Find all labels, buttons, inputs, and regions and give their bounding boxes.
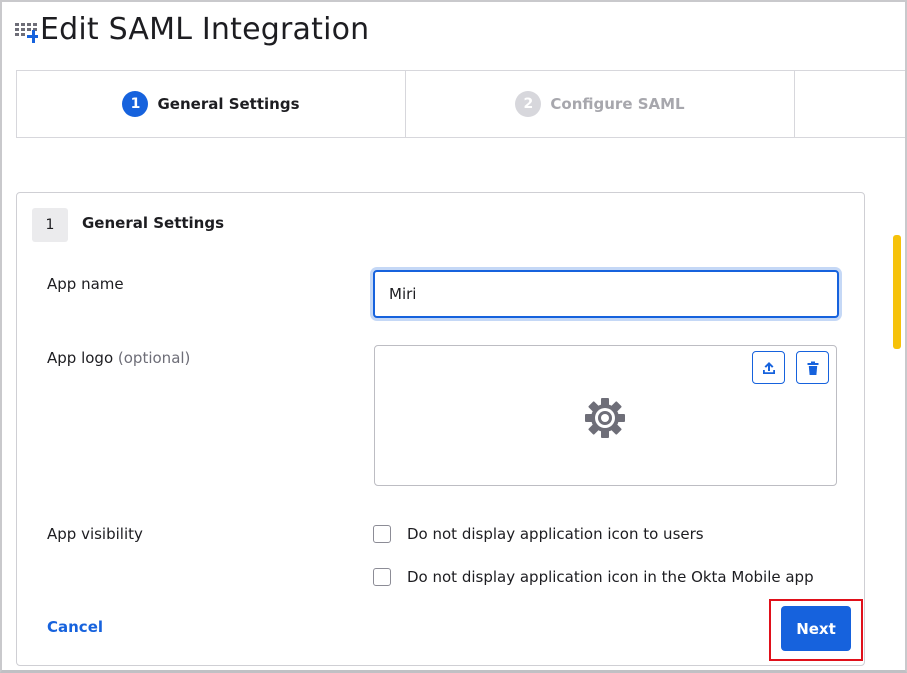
hide-icon-users-option[interactable]: Do not display application icon to users	[373, 525, 704, 543]
next-button[interactable]: Next	[781, 606, 851, 651]
hide-icon-users-checkbox[interactable]	[373, 525, 391, 543]
app-visibility-label: App visibility	[47, 525, 143, 543]
general-settings-panel: 1 General Settings App name App logo (op…	[16, 192, 865, 666]
section-title: General Settings	[82, 214, 225, 232]
app-name-label: App name	[47, 275, 124, 293]
step-number-badge: 1	[122, 91, 149, 117]
gear-icon	[585, 398, 625, 438]
section-number-badge: 1	[32, 208, 68, 242]
step-number-badge: 2	[515, 91, 542, 117]
app-name-input[interactable]	[373, 270, 839, 318]
hide-icon-mobile-option[interactable]: Do not display application icon in the O…	[373, 568, 814, 586]
hide-icon-mobile-checkbox[interactable]	[373, 568, 391, 586]
scrollbar-thumb[interactable]	[893, 235, 901, 349]
page-title: Edit SAML Integration	[40, 12, 370, 47]
cancel-button[interactable]: Cancel	[47, 618, 103, 636]
checkbox-label: Do not display application icon in the O…	[407, 568, 814, 586]
wizard-stepper: 1 General Settings 2 Configure SAML	[16, 70, 905, 138]
step-empty	[795, 71, 905, 137]
delete-logo-button[interactable]	[796, 351, 829, 384]
checkbox-label: Do not display application icon to users	[407, 525, 704, 543]
upload-logo-button[interactable]	[752, 351, 785, 384]
step-general-settings[interactable]: 1 General Settings	[17, 71, 406, 137]
app-logo-label: App logo (optional)	[47, 349, 190, 367]
window-frame: Edit SAML Integration 1 General Settings…	[0, 0, 907, 673]
step-configure-saml[interactable]: 2 Configure SAML	[406, 71, 795, 137]
trash-icon	[807, 361, 818, 375]
optional-tag: (optional)	[117, 349, 191, 367]
step-label: Configure SAML	[550, 95, 685, 113]
app-logo-dropzone[interactable]	[374, 345, 837, 486]
upload-icon	[762, 361, 775, 374]
app-grid-add-icon	[15, 23, 38, 43]
step-label: General Settings	[157, 95, 300, 113]
app-logo-label-text: App logo	[47, 349, 114, 367]
page-header: Edit SAML Integration	[14, 10, 369, 50]
